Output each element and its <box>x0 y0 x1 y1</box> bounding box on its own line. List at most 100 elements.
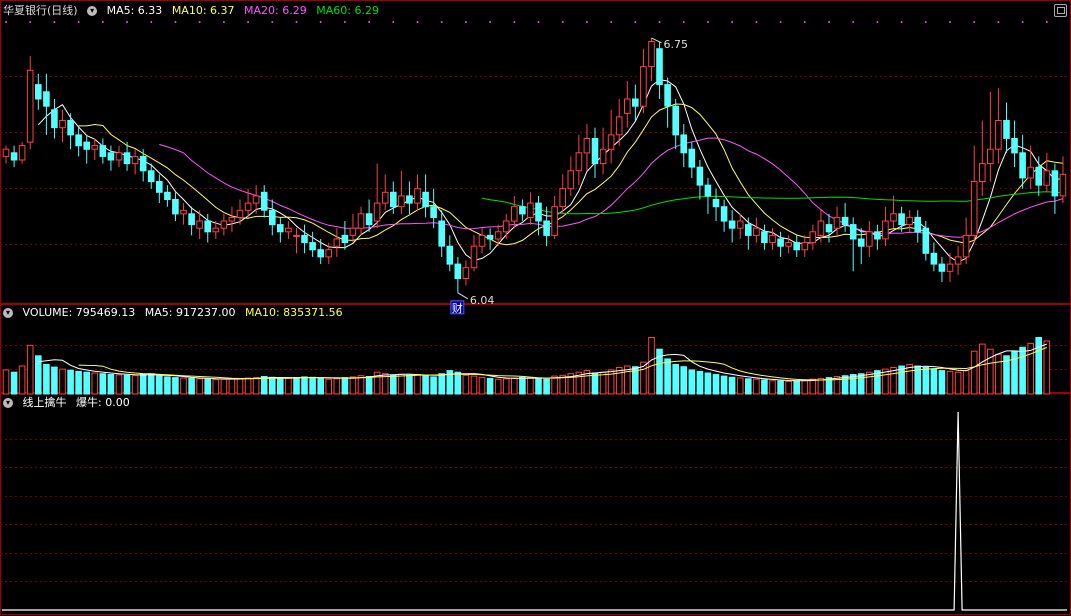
candle[interactable] <box>890 213 897 222</box>
volume-bar[interactable] <box>728 376 736 395</box>
candle[interactable] <box>632 98 639 107</box>
candle[interactable] <box>809 231 817 244</box>
candle[interactable] <box>373 202 381 222</box>
volume-bar[interactable] <box>551 375 558 395</box>
candle[interactable] <box>180 209 187 215</box>
candle[interactable] <box>825 224 833 233</box>
volume-bar[interactable] <box>59 368 66 395</box>
candle[interactable] <box>67 120 74 136</box>
volume-bar[interactable] <box>236 377 244 395</box>
candle[interactable] <box>761 231 768 244</box>
candle[interactable] <box>519 206 526 215</box>
candle[interactable] <box>1051 170 1059 197</box>
volume-bar[interactable] <box>866 371 873 395</box>
volume-bar[interactable] <box>212 379 220 395</box>
candle[interactable] <box>995 120 1002 150</box>
candle[interactable] <box>979 163 986 183</box>
volume-bar[interactable] <box>349 376 357 395</box>
candle[interactable] <box>866 231 873 247</box>
candle[interactable] <box>107 152 115 161</box>
candle[interactable] <box>301 234 308 244</box>
candle[interactable] <box>946 263 954 272</box>
volume-bar[interactable] <box>83 371 91 395</box>
candle[interactable] <box>583 138 591 154</box>
candle[interactable] <box>769 234 776 244</box>
volume-bar[interactable] <box>422 375 429 395</box>
volume-bar[interactable] <box>317 377 324 395</box>
candle[interactable] <box>688 148 696 168</box>
volume-bar[interactable] <box>430 376 437 395</box>
candle[interactable] <box>269 209 276 226</box>
candle[interactable] <box>381 191 389 204</box>
collapse-icon[interactable]: ▾ <box>87 6 98 16</box>
volume-bar[interactable] <box>147 373 155 395</box>
volume-bar[interactable] <box>745 378 752 395</box>
candle[interactable] <box>390 191 397 208</box>
candle[interactable] <box>341 234 349 244</box>
volume-bar[interactable] <box>293 377 300 395</box>
candle[interactable] <box>398 195 405 208</box>
candle[interactable] <box>470 245 478 269</box>
candle[interactable] <box>454 263 462 280</box>
candle[interactable] <box>99 145 107 157</box>
volume-bar[interactable] <box>519 376 526 395</box>
volume-bar[interactable] <box>204 378 211 395</box>
candle[interactable] <box>1027 166 1035 179</box>
candle[interactable] <box>236 209 244 219</box>
candle[interactable] <box>914 216 922 233</box>
volume-bar[interactable] <box>1011 350 1018 395</box>
candle[interactable] <box>672 105 680 136</box>
candle[interactable] <box>59 120 66 129</box>
volume-bar[interactable] <box>390 374 397 395</box>
candle[interactable] <box>575 152 583 172</box>
candle[interactable] <box>478 234 486 247</box>
volume-bar[interactable] <box>712 374 720 395</box>
volume-bar[interactable] <box>761 379 768 395</box>
volume-bar[interactable] <box>301 376 308 395</box>
volume-bar[interactable] <box>99 373 107 395</box>
candle[interactable] <box>535 202 542 222</box>
volume-bar[interactable] <box>930 368 938 395</box>
volume-bar[interactable] <box>123 374 131 395</box>
candle[interactable] <box>938 263 946 272</box>
volume-bar[interactable] <box>277 377 284 395</box>
candle[interactable] <box>26 69 34 143</box>
volume-bar[interactable] <box>680 366 688 395</box>
candle[interactable] <box>83 141 91 150</box>
volume-bar[interactable] <box>817 377 825 395</box>
volume-bar[interactable] <box>720 375 728 395</box>
volume-bar[interactable] <box>970 350 978 395</box>
volume-bar[interactable] <box>333 378 341 395</box>
candle[interactable] <box>970 181 978 236</box>
candle[interactable] <box>543 220 550 236</box>
candle[interactable] <box>260 191 268 211</box>
volume-bar[interactable] <box>26 344 34 395</box>
volume-bar[interactable] <box>535 377 542 395</box>
candle[interactable] <box>252 195 260 204</box>
candle[interactable] <box>204 220 211 233</box>
volume-bar[interactable] <box>228 378 236 395</box>
volume-bar[interactable] <box>470 375 478 395</box>
volume-bar[interactable] <box>2 369 10 395</box>
volume-bar[interactable] <box>406 374 413 395</box>
candle[interactable] <box>527 202 534 219</box>
candle[interactable] <box>446 245 454 265</box>
candle[interactable] <box>793 242 801 251</box>
indicator-collapse-icon[interactable]: ▾ <box>3 398 13 408</box>
indicator-panel[interactable] <box>2 411 1067 611</box>
price-panel[interactable]: 6.75 6.04 财 <box>2 21 1067 315</box>
candle[interactable] <box>962 234 970 258</box>
volume-bar[interactable] <box>196 378 203 395</box>
volume-bar[interactable] <box>67 369 74 395</box>
volume-bar[interactable] <box>220 378 228 395</box>
candle[interactable] <box>511 206 518 222</box>
candle[interactable] <box>841 216 849 226</box>
candle[interactable] <box>624 98 631 114</box>
candle[interactable] <box>91 145 99 150</box>
candle[interactable] <box>736 220 744 229</box>
candle[interactable] <box>1059 173 1067 197</box>
candle[interactable] <box>1003 120 1010 139</box>
volume-bar[interactable] <box>962 370 970 395</box>
candle[interactable] <box>1043 170 1051 186</box>
candle[interactable] <box>123 152 131 165</box>
